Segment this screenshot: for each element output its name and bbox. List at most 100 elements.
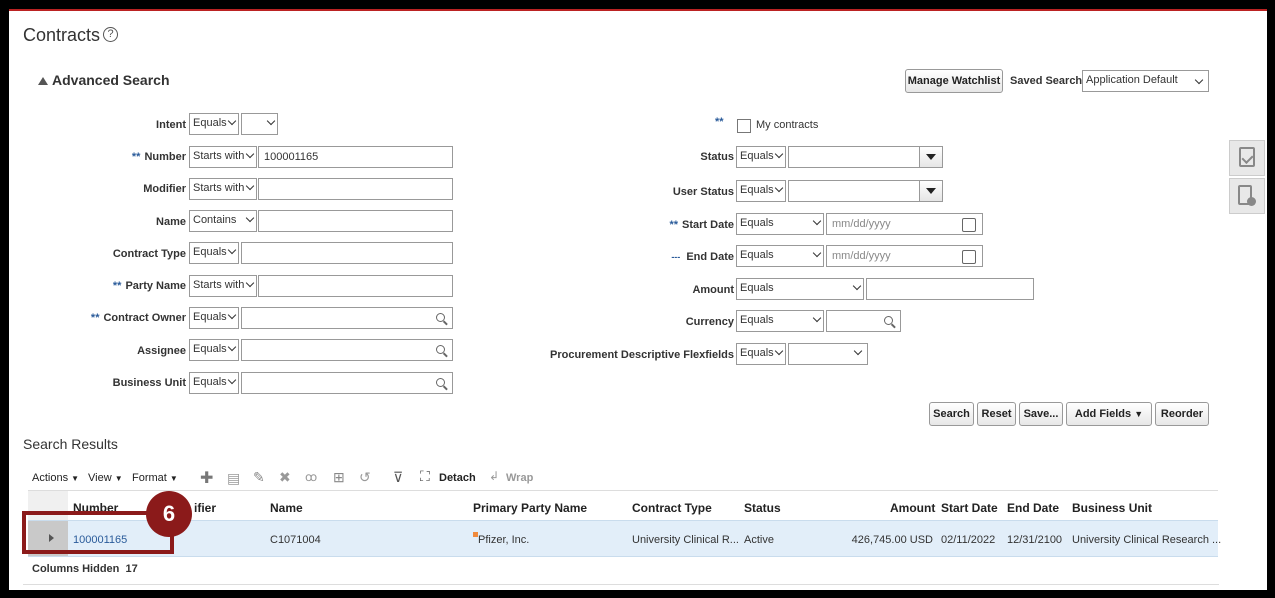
party-name-operator[interactable]: Starts with xyxy=(189,275,257,297)
search-icon[interactable] xyxy=(436,313,445,322)
start-date-label-text: Start Date xyxy=(682,219,734,231)
column-contract-type[interactable]: Contract Type xyxy=(632,501,712,515)
column-business-unit[interactable]: Business Unit xyxy=(1072,501,1152,515)
end-date-placeholder: mm/dd/yyyy xyxy=(832,250,891,262)
export-icon[interactable]: ⊞ xyxy=(333,469,345,486)
saved-search-label: Saved Search xyxy=(1010,75,1083,87)
detach-button[interactable]: Detach xyxy=(439,472,476,484)
business-unit-input[interactable] xyxy=(241,372,453,394)
contract-owner-input[interactable] xyxy=(241,307,453,329)
format-menu[interactable]: Format ▼ xyxy=(132,472,178,484)
party-name-input[interactable] xyxy=(258,275,453,297)
status-input[interactable] xyxy=(788,146,920,168)
contract-owner-operator[interactable]: Equals xyxy=(189,307,239,329)
amount-cell: 426,745.00 USD xyxy=(851,534,933,546)
detach-icon[interactable]: ⛶ xyxy=(420,468,430,485)
search-icon[interactable] xyxy=(436,378,445,387)
status-dropdown-button[interactable] xyxy=(919,146,943,168)
columns-hidden: Columns Hidden 17 xyxy=(32,563,138,575)
search-icon[interactable] xyxy=(436,345,445,354)
end-date-input[interactable]: mm/dd/yyyy xyxy=(826,245,983,267)
calendar-icon[interactable] xyxy=(962,250,976,264)
edit-icon[interactable]: ✎ xyxy=(253,469,265,486)
number-operator[interactable]: Starts with xyxy=(189,146,257,168)
flexfields-operator[interactable]: Equals xyxy=(736,343,786,365)
start-date-operator[interactable]: Equals xyxy=(736,213,824,235)
modifier-input[interactable] xyxy=(258,178,453,200)
currency-operator[interactable]: Equals xyxy=(736,310,824,332)
status-operator-value: Equals xyxy=(740,150,774,162)
required-marker: ** xyxy=(669,219,679,231)
my-contracts-checkbox[interactable] xyxy=(737,119,751,133)
intent-select[interactable] xyxy=(241,113,278,135)
number-label: ** Number xyxy=(132,151,186,163)
wrap-button[interactable]: Wrap xyxy=(506,472,533,484)
column-status[interactable]: Status xyxy=(744,501,781,515)
collapse-triangle-icon[interactable] xyxy=(38,77,48,85)
start-date-input[interactable]: mm/dd/yyyy xyxy=(826,213,983,235)
business-unit-operator[interactable]: Equals xyxy=(189,372,239,394)
column-end-date[interactable]: End Date xyxy=(1007,501,1059,515)
manage-watchlist-button[interactable]: Manage Watchlist xyxy=(905,69,1003,93)
amount-input[interactable] xyxy=(866,278,1034,300)
reorder-button[interactable]: Reorder xyxy=(1155,402,1209,426)
end-date-label: --- End Date xyxy=(671,251,734,263)
chevron-down-icon xyxy=(266,116,276,126)
modifier-operator[interactable]: Starts with xyxy=(189,178,257,200)
wrap-icon[interactable]: ↲ xyxy=(489,469,499,483)
start-date-label: ** Start Date xyxy=(669,219,734,231)
search-button[interactable]: Search xyxy=(929,402,974,426)
help-icon[interactable]: ? xyxy=(103,27,118,42)
assignee-operator[interactable]: Equals xyxy=(189,339,239,361)
chevron-down-icon xyxy=(812,216,822,226)
party-name-cell: Pfizer, Inc. xyxy=(478,534,530,546)
recent-items-tab[interactable] xyxy=(1229,178,1265,214)
name-operator[interactable]: Contains xyxy=(189,210,257,232)
contract-type-input[interactable] xyxy=(241,242,453,264)
end-date-operator[interactable]: Equals xyxy=(736,245,824,267)
format-label: Format xyxy=(132,472,167,484)
column-start-date[interactable]: Start Date xyxy=(941,501,998,515)
contract-owner-label: ** Contract Owner xyxy=(91,312,186,324)
save-button[interactable]: Save... xyxy=(1019,402,1063,426)
number-input[interactable]: 100001165 xyxy=(258,146,453,168)
duplicate-icon[interactable]: ▤ xyxy=(227,470,240,487)
user-status-input[interactable] xyxy=(788,180,920,202)
delete-icon[interactable]: ✖ xyxy=(279,469,291,486)
columns-hidden-count: 17 xyxy=(125,563,138,575)
contract-type-cell: University Clinical R... xyxy=(632,534,739,546)
user-status-dropdown-button[interactable] xyxy=(919,180,943,202)
intent-operator[interactable]: Equals xyxy=(189,113,239,135)
user-status-operator[interactable]: Equals xyxy=(736,180,786,202)
column-primary-party-name[interactable]: Primary Party Name xyxy=(473,501,587,515)
chevron-down-icon xyxy=(227,116,237,126)
actions-menu[interactable]: Actions ▼ xyxy=(32,472,79,484)
reset-button[interactable]: Reset xyxy=(977,402,1016,426)
status-operator[interactable]: Equals xyxy=(736,146,786,168)
freeze-icon[interactable]: ⊽ xyxy=(393,469,403,486)
flexfields-select[interactable] xyxy=(788,343,868,365)
name-label: Name xyxy=(156,216,186,228)
add-fields-button[interactable]: Add Fields ▼ xyxy=(1066,402,1152,426)
chevron-down-icon xyxy=(227,375,237,385)
assignee-input[interactable] xyxy=(241,339,453,361)
caret-down-icon: ▼ xyxy=(169,474,178,483)
column-modifier[interactable]: ifier xyxy=(194,501,216,515)
view-icon[interactable]: ꝏ xyxy=(305,470,317,484)
saved-search-select[interactable]: Application Default xyxy=(1082,70,1209,92)
column-name[interactable]: Name xyxy=(270,501,303,515)
currency-input[interactable] xyxy=(826,310,901,332)
search-icon[interactable] xyxy=(884,316,893,325)
end-date-marker: --- xyxy=(671,252,681,262)
amount-operator[interactable]: Equals xyxy=(736,278,864,300)
contract-type-operator[interactable]: Equals xyxy=(189,242,239,264)
view-menu[interactable]: View ▼ xyxy=(88,472,123,484)
refresh-icon[interactable]: ↺ xyxy=(359,469,371,486)
calendar-icon[interactable] xyxy=(962,218,976,232)
name-input[interactable] xyxy=(258,210,453,232)
column-amount[interactable]: Amount xyxy=(890,501,935,515)
columns-hidden-label: Columns Hidden xyxy=(32,563,120,575)
start-date-cell: 02/11/2022 xyxy=(941,534,996,546)
add-icon[interactable]: ✚ xyxy=(200,468,213,488)
tasks-tab[interactable] xyxy=(1229,140,1265,176)
